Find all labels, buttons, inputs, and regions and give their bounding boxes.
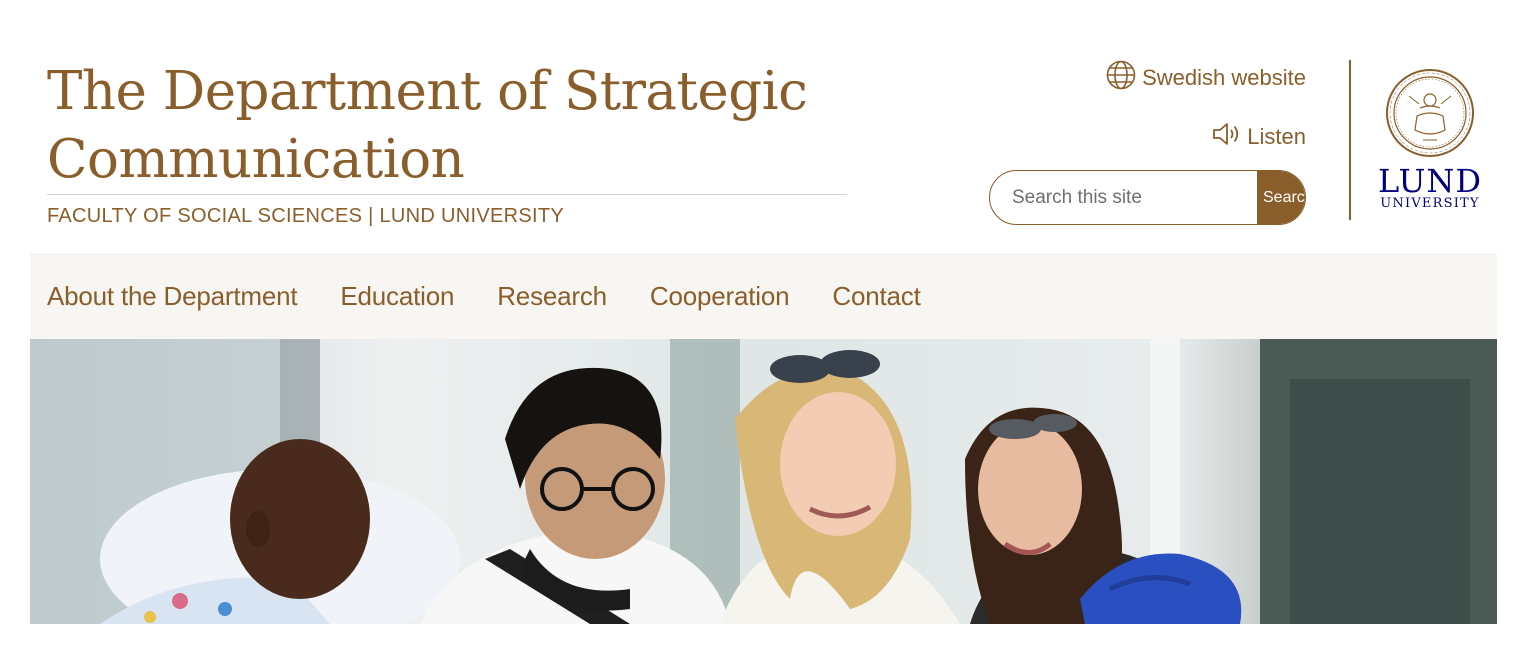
speaker-icon [1211, 120, 1247, 154]
lund-university-logo[interactable]: LUND UNIVERSITY [1375, 68, 1485, 212]
nav-education[interactable]: Education [340, 281, 454, 312]
swedish-website-link[interactable]: Swedish website [1106, 60, 1306, 96]
logo-wordmark: LUND [1377, 162, 1483, 200]
site-title[interactable]: The Department of Strategic Communicatio… [47, 58, 847, 194]
listen-link[interactable]: Listen [1211, 120, 1306, 154]
nav-cooperation[interactable]: Cooperation [650, 281, 790, 312]
search-input[interactable] [990, 171, 1257, 224]
hero-image [30, 339, 1497, 624]
site-subtitle[interactable]: FACULTY OF SOCIAL SCIENCES | LUND UNIVER… [47, 205, 564, 228]
swedish-website-label: Swedish website [1142, 65, 1306, 90]
university-seal-icon [1375, 68, 1485, 163]
title-divider [47, 194, 847, 195]
listen-label: Listen [1247, 124, 1306, 149]
logo-divider [1349, 60, 1351, 220]
main-navigation: About the Department Education Research … [30, 253, 1497, 339]
globe-icon [1106, 60, 1142, 96]
nav-research[interactable]: Research [497, 281, 607, 312]
nav-about-the-department[interactable]: About the Department [47, 281, 298, 312]
search-button[interactable]: Search [1257, 171, 1305, 224]
logo-subtext: UNIVERSITY [1380, 196, 1480, 211]
site-search: Search [989, 170, 1306, 225]
nav-contact[interactable]: Contact [832, 281, 920, 312]
